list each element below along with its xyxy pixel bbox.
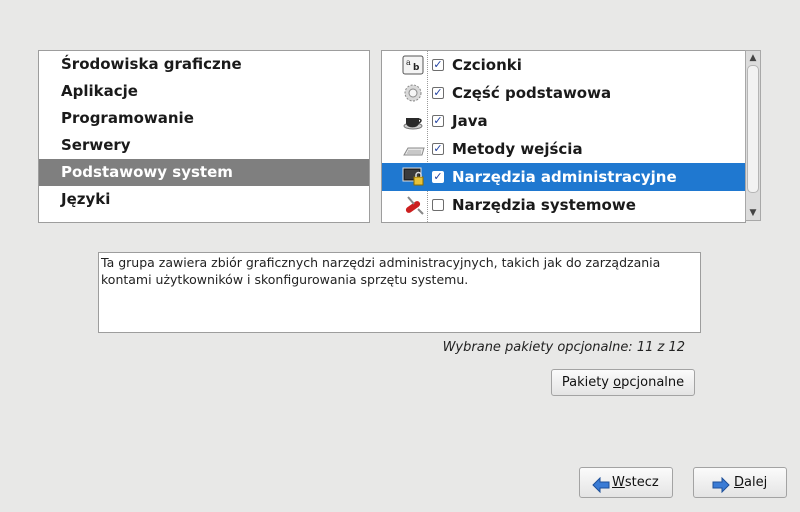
- forward-arrow-icon: [712, 475, 730, 494]
- svg-text:b: b: [413, 63, 420, 73]
- group-description: Ta grupa zawiera zbiór graficznych narzę…: [98, 252, 701, 333]
- keyboard-icon: [402, 139, 426, 159]
- group-list-scrollbar[interactable]: ▲ ▼: [745, 50, 761, 221]
- category-list[interactable]: Środowiska graficzne Aplikacje Programow…: [38, 50, 370, 223]
- group-checkbox[interactable]: ✓: [432, 115, 444, 127]
- scroll-thumb[interactable]: [747, 65, 759, 193]
- category-item-languages[interactable]: Języki: [39, 186, 369, 213]
- group-label: Czcionki: [452, 56, 522, 74]
- group-list[interactable]: ab ✓ Czcionki ✓ Część podstawowa ✓ Java …: [381, 50, 746, 223]
- category-item-development[interactable]: Programowanie: [39, 105, 369, 132]
- category-label: Programowanie: [61, 109, 194, 127]
- description-line-2: kontami użytkowników i skonfigurowania s…: [101, 272, 469, 287]
- group-item-java[interactable]: ✓ Java: [382, 107, 745, 135]
- category-label: Podstawowy system: [61, 163, 233, 181]
- group-label: Metody wejścia: [452, 140, 583, 158]
- next-button[interactable]: Dalej: [693, 467, 787, 498]
- category-item-servers[interactable]: Serwery: [39, 132, 369, 159]
- group-label: Java: [452, 112, 488, 130]
- admin-monitor-lock-icon: [402, 167, 426, 187]
- group-checkbox[interactable]: ✓: [432, 143, 444, 155]
- back-mnemonic: W: [612, 475, 625, 490]
- back-button[interactable]: Wstecz: [579, 467, 673, 498]
- category-item-graphical-environments[interactable]: Środowiska graficzne: [39, 51, 369, 78]
- next-mnemonic: D: [734, 475, 745, 490]
- next-label: Dalej: [734, 468, 767, 497]
- group-item-admin-tools[interactable]: ✓ Narzędzia administracyjne: [382, 163, 745, 191]
- coffee-cup-icon: [402, 111, 426, 131]
- description-line-1: Ta grupa zawiera zbiór graficznych narzę…: [101, 255, 661, 270]
- group-checkbox[interactable]: ✓: [432, 59, 444, 71]
- gear-icon: [402, 83, 426, 103]
- optional-packages-button[interactable]: Pakiety opcjonalne: [551, 369, 695, 396]
- optional-packages-label-pre: Pakiety: [561, 375, 614, 390]
- optional-packages-label-post: pcjonalne: [621, 375, 685, 390]
- category-label: Języki: [61, 190, 111, 208]
- group-item-core[interactable]: ✓ Część podstawowa: [382, 79, 745, 107]
- category-item-applications[interactable]: Aplikacje: [39, 78, 369, 105]
- back-label-rest: stecz: [624, 475, 659, 490]
- group-checkbox[interactable]: ✓: [432, 87, 444, 99]
- swiss-knife-icon: [402, 195, 426, 215]
- fonts-icon: ab: [402, 55, 426, 75]
- group-item-input-methods[interactable]: ✓ Metody wejścia: [382, 135, 745, 163]
- group-label: Narzędzia administracyjne: [452, 168, 677, 186]
- back-arrow-icon: [592, 475, 610, 494]
- group-item-system-tools[interactable]: Narzędzia systemowe: [382, 191, 745, 219]
- group-label: Narzędzia systemowe: [452, 196, 636, 214]
- optional-packages-count: Wybrane pakiety opcjonalne: 11 z 12: [442, 340, 685, 355]
- category-item-base-system[interactable]: Podstawowy system: [39, 159, 369, 186]
- group-checkbox[interactable]: ✓: [432, 171, 444, 183]
- category-label: Serwery: [61, 136, 131, 154]
- group-label: Część podstawowa: [452, 84, 612, 102]
- scroll-up-arrow-icon[interactable]: ▲: [746, 51, 760, 65]
- next-label-rest: alej: [744, 475, 768, 490]
- category-label: Aplikacje: [61, 82, 138, 100]
- optional-packages-mnemonic: o: [613, 375, 622, 390]
- group-item-fonts[interactable]: ab ✓ Czcionki: [382, 51, 745, 79]
- svg-text:a: a: [406, 58, 411, 67]
- category-label: Środowiska graficzne: [61, 55, 242, 73]
- back-label: Wstecz: [612, 468, 659, 497]
- group-checkbox[interactable]: [432, 199, 444, 211]
- scroll-down-arrow-icon[interactable]: ▼: [746, 206, 760, 220]
